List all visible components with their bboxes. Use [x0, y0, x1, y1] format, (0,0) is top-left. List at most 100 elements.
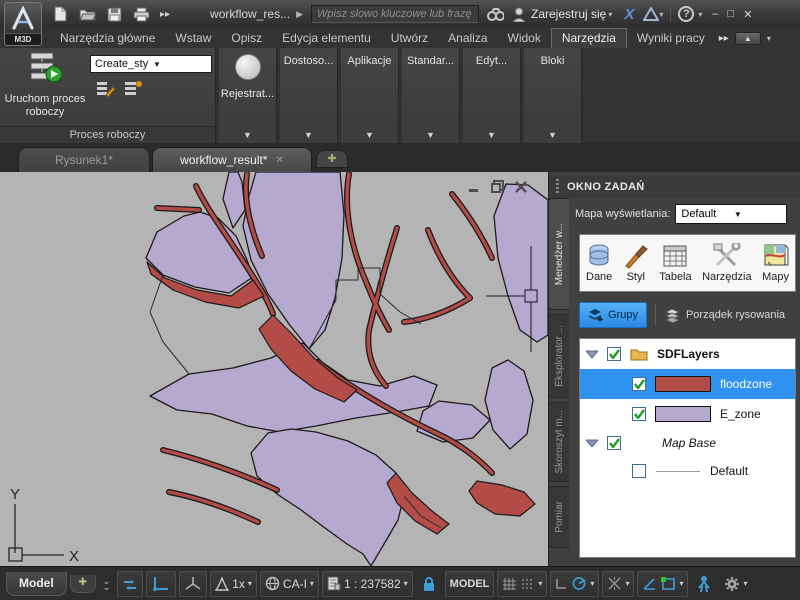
expand-triangle-icon[interactable]: [586, 439, 598, 447]
object-snap-tracking-button[interactable]: ▾: [602, 571, 634, 597]
annotation-scale-button[interactable]: 1x ▾: [210, 571, 257, 597]
edit-workflow-icon[interactable]: [96, 80, 116, 98]
search-scope-arrow-icon[interactable]: ▶: [296, 9, 303, 20]
save-icon[interactable]: [106, 6, 123, 23]
panel-standardy[interactable]: Standar... ▼: [402, 48, 460, 143]
tab-wyniki-pracy[interactable]: Wyniki pracy: [627, 29, 715, 48]
toolbar-maps-button[interactable]: Mapy: [762, 243, 789, 283]
drawing-minimize-icon[interactable]: [468, 181, 480, 193]
panel-standardy-caret-icon[interactable]: ▼: [402, 130, 459, 140]
record-circle-icon[interactable]: [235, 54, 261, 80]
sign-in-caret-icon[interactable]: ▾: [608, 10, 612, 19]
help-caret-icon[interactable]: ▾: [698, 10, 702, 19]
panel-aplikacje-caret-icon[interactable]: ▼: [341, 130, 398, 140]
e-zone-checkbox[interactable]: [632, 407, 646, 421]
a360-caret-icon[interactable]: ▾: [659, 10, 663, 19]
task-pane-header[interactable]: OKNO ZADAŃ: [549, 175, 800, 198]
tree-row-default[interactable]: Default: [580, 457, 795, 485]
default-checkbox[interactable]: [632, 464, 646, 478]
run-workflow-button[interactable]: Uruchom proces roboczy: [4, 50, 86, 126]
draw-order-button[interactable]: Porządek rysowania: [664, 308, 785, 323]
drawing-canvas[interactable]: Y X: [0, 172, 548, 566]
drawing-close-icon[interactable]: [515, 181, 527, 193]
ribbon-collapse-caret-icon[interactable]: ▾: [767, 34, 771, 43]
tab-narzedzia-glowne[interactable]: Narzędzia główne: [50, 29, 165, 48]
toolbar-table-button[interactable]: Tabela: [659, 243, 691, 283]
ucs-toggle-button[interactable]: [146, 571, 176, 597]
customization-button[interactable]: ▾: [720, 571, 751, 597]
layout-chevron-icon[interactable]: ⌄⌄: [103, 578, 111, 590]
side-tab-survey[interactable]: Pomiar: [548, 486, 569, 548]
map-base-checkbox[interactable]: [607, 436, 621, 450]
panel-dostosowanie-caret-icon[interactable]: ▼: [280, 130, 337, 140]
toolbar-style-button[interactable]: Styl: [623, 243, 649, 283]
panel-rejestrator-caret-icon[interactable]: ▼: [219, 130, 276, 140]
sdflayers-checkbox[interactable]: [607, 347, 621, 361]
panel-bloki[interactable]: Bloki ▼: [524, 48, 582, 143]
grid-snap-button[interactable]: ▾: [497, 571, 547, 597]
drawing-restore-icon[interactable]: [491, 180, 504, 193]
groups-toggle-button[interactable]: Grupy: [579, 302, 647, 328]
side-tab-map-book[interactable]: Skoroszyt m...: [548, 402, 569, 482]
tree-row-sdflayers[interactable]: SDFLayers: [580, 339, 795, 369]
tab-overflow-icon[interactable]: ▸▸: [719, 33, 729, 44]
tab-narzedzia[interactable]: Narzędzia: [551, 28, 627, 48]
display-map-dropdown[interactable]: Default ▼: [675, 204, 787, 224]
panel-label-proces-roboczy[interactable]: Proces roboczy: [0, 126, 215, 143]
doc-tab-rysunek1[interactable]: Rysunek1*: [18, 147, 150, 172]
new-drawing-tab-button[interactable]: ✚: [316, 150, 348, 168]
model-layout-tab[interactable]: Model: [6, 572, 67, 596]
infer-constraints-button[interactable]: [117, 571, 143, 597]
tree-row-e-zone[interactable]: E_zone: [580, 399, 795, 429]
plot-printer-icon[interactable]: [133, 6, 150, 23]
open-folder-icon[interactable]: [79, 6, 96, 23]
ortho-polar-button[interactable]: ▾: [550, 571, 599, 597]
drag-grip-icon[interactable]: [556, 179, 559, 194]
exchange-apps-icon[interactable]: X: [624, 6, 634, 23]
tab-opisz[interactable]: Opisz: [221, 29, 272, 48]
tab-edycja-elementu[interactable]: Edycja elementu: [272, 29, 381, 48]
toolbar-tools-button[interactable]: Narzędzia: [702, 243, 752, 283]
help-search-input[interactable]: [311, 5, 479, 23]
binoculars-search-icon[interactable]: [487, 6, 504, 23]
isometric-drafting-button[interactable]: [179, 571, 207, 597]
a360-icon[interactable]: [642, 6, 659, 23]
side-tab-display-manager[interactable]: Menedżer w...: [548, 198, 569, 310]
object-snap-button[interactable]: ▾: [637, 571, 688, 597]
minimize-button[interactable]: –: [712, 8, 718, 21]
panel-bloki-caret-icon[interactable]: ▼: [524, 130, 581, 140]
toolbar-data-button[interactable]: Dane: [586, 243, 612, 283]
new-file-icon[interactable]: [52, 6, 69, 23]
tree-row-map-base[interactable]: Map Base: [580, 429, 795, 457]
floodzone-checkbox[interactable]: [632, 377, 646, 391]
person-status-button[interactable]: [691, 571, 717, 597]
sign-in-label[interactable]: Zarejestruj się: [531, 7, 606, 21]
restore-button[interactable]: □: [728, 8, 735, 21]
tab-utworz[interactable]: Utwórz: [381, 29, 438, 48]
workflow-select-dropdown[interactable]: Create_style_layers ▼: [90, 55, 212, 73]
panel-dostosowanie[interactable]: Dostoso... ▼: [280, 48, 338, 143]
tab-analiza[interactable]: Analiza: [438, 29, 497, 48]
qat-expand-icon[interactable]: ▸▸: [160, 9, 170, 20]
new-layout-button[interactable]: ✚: [70, 575, 96, 593]
panel-edytory-caret-icon[interactable]: ▼: [463, 130, 520, 140]
help-icon[interactable]: ?: [678, 6, 694, 22]
close-button[interactable]: ✕: [743, 8, 752, 21]
scale-lock-button[interactable]: [416, 571, 442, 597]
tree-row-floodzone[interactable]: floodzone: [580, 369, 795, 399]
model-space-button[interactable]: MODEL: [445, 571, 495, 597]
record-label[interactable]: Rejestrat...: [219, 88, 276, 100]
ribbon-collapse-button[interactable]: ▲: [735, 32, 761, 45]
expand-triangle-icon[interactable]: [586, 350, 598, 358]
app-logo[interactable]: M3D: [4, 2, 42, 46]
panel-aplikacje[interactable]: Aplikacje ▼: [341, 48, 399, 143]
side-tab-map-explorer[interactable]: Eksplorator ...: [548, 314, 569, 398]
panel-edytory[interactable]: Edyt... ▼: [463, 48, 521, 143]
map-scale-button[interactable]: 1 : 237582 ▾: [322, 571, 413, 597]
doc-tab-close-icon[interactable]: ✕: [275, 155, 283, 166]
new-workflow-icon[interactable]: [124, 80, 144, 98]
tab-widok[interactable]: Widok: [498, 29, 551, 48]
doc-tab-workflow-result[interactable]: workflow_result* ✕: [152, 147, 312, 172]
tab-wstaw[interactable]: Wstaw: [165, 29, 221, 48]
coordinate-system-button[interactable]: CA-I ▾: [260, 571, 319, 597]
